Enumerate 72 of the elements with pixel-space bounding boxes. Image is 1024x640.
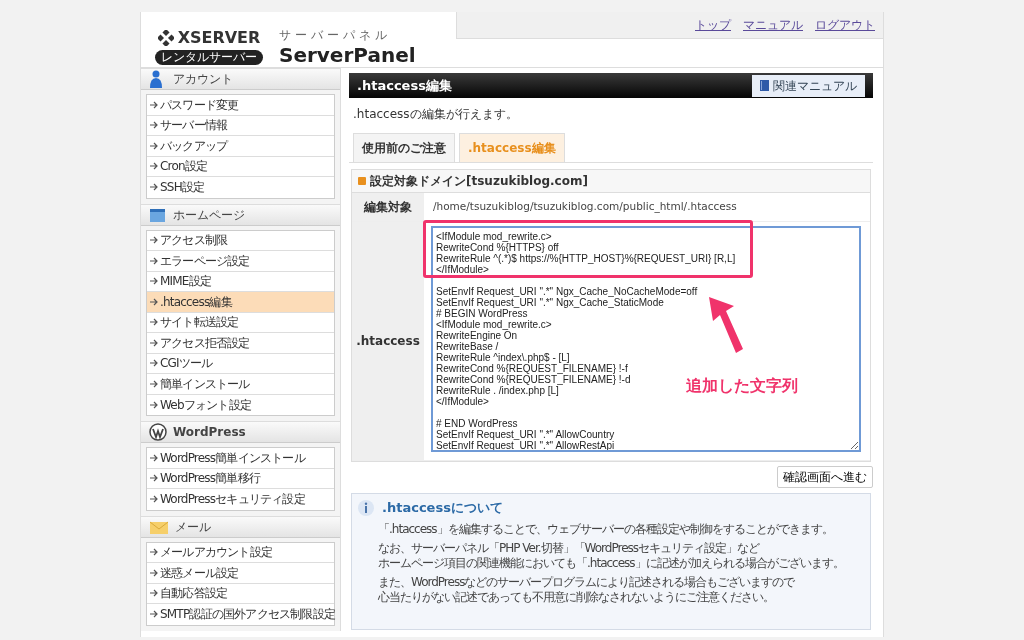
wordpress-logo-icon <box>149 423 167 441</box>
info-paragraph: 「.htaccess」を編集することで、ウェブサーバーの各種設定や制御をすることができます。 <box>378 521 834 537</box>
field-label: 編集対象 <box>364 199 412 216</box>
info-icon <box>358 499 374 516</box>
section-title: アカウント <box>173 71 233 88</box>
manual-button[interactable]: 関連マニュアル <box>752 74 865 97</box>
page-title: .htaccess編集 <box>357 76 452 95</box>
diamonds-logo-icon <box>157 30 174 46</box>
tab[interactable]: 使用前のご注意 <box>353 133 455 162</box>
arrow-icon <box>150 589 158 598</box>
info-paragraph: また、WordPressなどのサーバープログラムにより記述される場合もございますので 心当たりがない記述であっても不用意に削除なされないようにご注意ください。 <box>378 574 796 605</box>
arrow-icon <box>150 474 158 483</box>
sidebar-item[interactable]: WordPressセキュリティ設定 <box>147 489 334 510</box>
sidebar-item[interactable]: 簡単インストール <box>147 374 334 395</box>
sidebar-item[interactable]: パスワード変更 <box>147 95 334 116</box>
info-title: .htaccessについて <box>382 499 503 517</box>
sidebar-item[interactable]: WordPress簡単インストール <box>147 448 334 469</box>
section-title: ホームページ <box>173 206 245 224</box>
arrow-icon <box>150 318 158 327</box>
panel-title: ServerPanel <box>279 44 416 66</box>
arrow-icon <box>150 121 158 130</box>
arrow-icon <box>150 256 158 265</box>
sidebar-item[interactable]: SMTP認証の国外アクセス制限設定 <box>147 604 334 625</box>
arrow-icon <box>150 610 158 619</box>
arrow-icon <box>150 100 158 109</box>
arrow-icon <box>150 568 158 577</box>
sidebar-item[interactable]: 自動応答設定 <box>147 583 334 604</box>
arrow-icon <box>150 236 158 245</box>
logo-text: XSERVER <box>177 27 261 49</box>
confirm-button[interactable]: 確認画面へ進む <box>777 466 873 488</box>
info-paragraph: なお、サーバーパネル「PHP Ver.切替」「WordPressセキュリティ設定」など ホームページ項目の関連機能においても「.htaccess」に記述が加えられる場合がございます。 <box>378 540 845 571</box>
panel-subtitle: サーバーパネル <box>279 27 392 44</box>
sidebar-item[interactable]: サイト転送設定 <box>147 312 334 333</box>
arrow-icon <box>150 495 158 504</box>
sidebar-item[interactable]: サーバー情報 <box>147 115 334 136</box>
annotation-label: 追加した文字列 <box>686 375 798 397</box>
annotation-arrow <box>706 294 746 356</box>
section-title: メール <box>175 518 211 536</box>
sidebar-item[interactable]: CGIツール <box>147 353 334 374</box>
sidebar-item[interactable]: WordPress簡単移行 <box>147 468 334 489</box>
file-path: /home/tsuzukiblog/tsuzukiblog.com/public_html/.htaccess <box>433 199 737 215</box>
square-bullet-icon <box>358 177 366 185</box>
arrow-icon <box>150 297 158 306</box>
arrow-icon <box>150 359 158 368</box>
arrow-icon <box>150 548 158 557</box>
sidebar-item[interactable]: 迷惑メール設定 <box>147 563 334 584</box>
header-link[interactable]: トップ <box>695 16 731 34</box>
section-title: WordPress <box>173 424 246 441</box>
sidebar-item[interactable]: SSH設定 <box>147 177 334 198</box>
logo-badge: レンタルサーバー <box>155 50 263 65</box>
sidebar-item[interactable]: アクセス制限 <box>147 230 334 251</box>
sidebar-item[interactable]: エラーページ設定 <box>147 251 334 272</box>
arrow-icon <box>150 141 158 150</box>
description-text: .htaccessの編集が行えます。 <box>353 106 519 123</box>
field-label: .htaccess <box>356 333 420 350</box>
arrow-icon <box>150 277 158 286</box>
arrow-icon <box>150 453 158 462</box>
sidebar-item[interactable]: Cron設定 <box>147 156 334 177</box>
arrow-icon <box>150 400 158 409</box>
sidebar-item[interactable]: メールアカウント設定 <box>147 542 334 563</box>
sidebar-item[interactable]: .htaccess編集 <box>147 292 334 313</box>
sidebar-item[interactable]: バックアップ <box>147 136 334 157</box>
header-link[interactable]: ログアウト <box>815 16 875 34</box>
book-icon <box>760 80 769 91</box>
sidebar-item[interactable]: Webフォント設定 <box>147 394 334 415</box>
domain-heading: 設定対象ドメイン[tsuzukiblog.com] <box>370 173 588 190</box>
arrow-icon <box>150 162 158 171</box>
arrow-icon <box>150 338 158 347</box>
arrow-icon <box>150 183 158 192</box>
header-link[interactable]: マニュアル <box>743 16 803 34</box>
arrow-icon <box>150 379 158 388</box>
sidebar-item[interactable]: アクセス拒否設定 <box>147 333 334 354</box>
